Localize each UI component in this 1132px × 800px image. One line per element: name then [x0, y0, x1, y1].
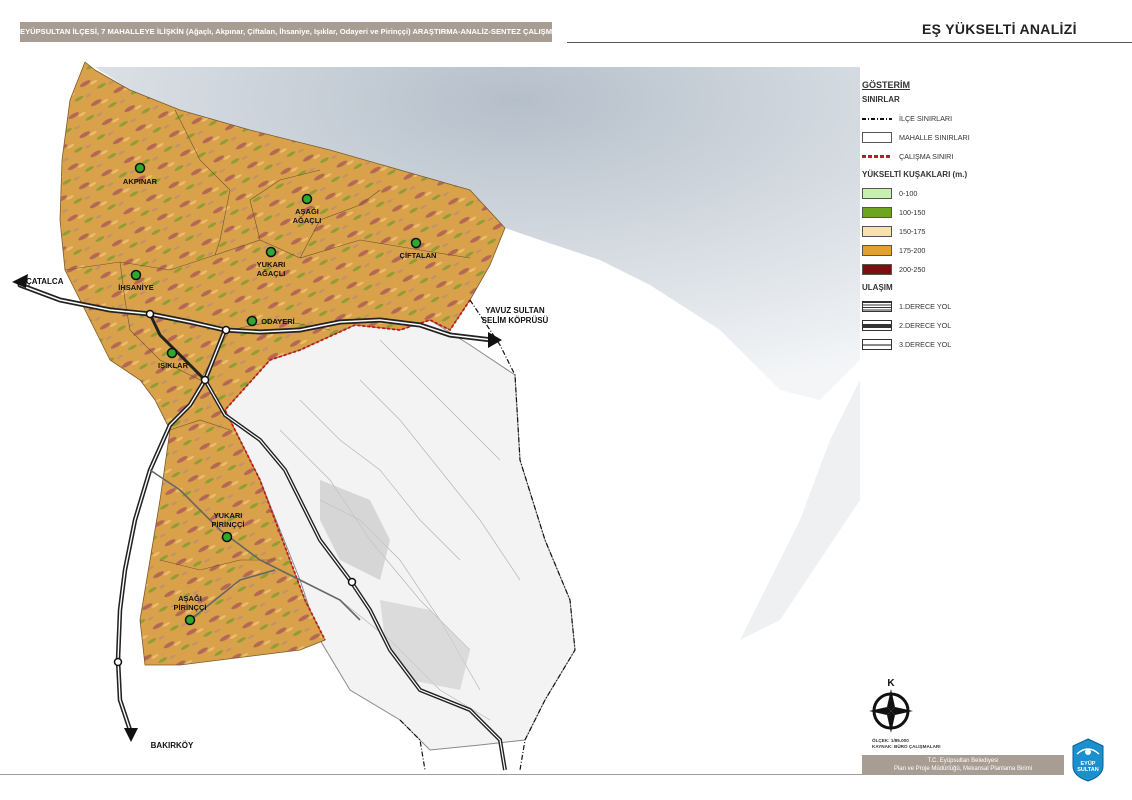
- legend-item-elevation-0: 0-100: [862, 184, 1022, 203]
- legend-item-road-3: 3.DERECE YOL: [862, 335, 1022, 354]
- label-yukari-agacli: YUKARI AĞAÇLI: [257, 260, 286, 278]
- bosphorus-shade: [740, 380, 860, 640]
- legend-elevation-heading: YÜKSELTİ KUŞAKLARI (m.): [862, 170, 968, 179]
- legend-item-elevation-1: 100-150: [862, 203, 1022, 222]
- primary-road-swatch: [862, 301, 892, 312]
- logo-text: EYÜP SULTAN: [1077, 761, 1099, 773]
- eyupsultan-logo-icon: [1072, 738, 1104, 782]
- tertiary-road-swatch: [862, 339, 892, 350]
- legend-item-road-1: 1.DERECE YOL: [862, 297, 1022, 316]
- project-title-bar: EYÜPSULTAN İLÇESİ, 7 MAHALLEYE İLİŞKİN (…: [20, 22, 552, 42]
- footer-rule: [0, 774, 862, 775]
- legend: GÖSTERİM SINIRLAR İLÇE SINIRLARI MAHALLE…: [862, 80, 1022, 354]
- footer-department: Plan ve Proje Müdürlüğü, Mekansal Planla…: [893, 766, 1033, 772]
- district-boundary-swatch: [862, 117, 892, 120]
- label-odayeri: ODAYERİ: [261, 317, 294, 326]
- legend-item-elevation-2: 150-175: [862, 222, 1022, 241]
- source-value: KAYNAK: BÜRO ÇALIŞMALARI: [872, 744, 941, 749]
- footer-bar: T.C. Eyüpsultan Belediyesi Plan ve Proje…: [862, 755, 1064, 775]
- label-akpinar: AKPINAR: [123, 177, 158, 186]
- label-yavuz-sultan-2: SELİM KÖPRÜSÜ: [482, 316, 549, 325]
- project-title: EYÜPSULTAN İLÇESİ, 7 MAHALLEYE İLİŞKİN (…: [20, 27, 552, 36]
- label-asagi-pirincci: AŞAĞI PİRİNÇÇİ: [174, 594, 207, 612]
- legend-boundaries-heading: SINIRLAR: [862, 95, 900, 104]
- legend-item-elevation-3: 175-200: [862, 241, 1022, 260]
- legend-item-elevation-4: 200-250: [862, 260, 1022, 279]
- title-rule: [567, 42, 1132, 43]
- scale-info: ÖLÇEK: 1/85.000 KAYNAK: BÜRO ÇALIŞMALARI: [872, 738, 940, 750]
- bakirkoy-arrow-icon: [124, 728, 138, 742]
- legend-item-neighbourhood-boundary: MAHALLE SINIRLARI: [862, 128, 1022, 147]
- legend-item-road-2: 2.DERECE YOL: [862, 316, 1022, 335]
- north-label: K: [887, 678, 895, 689]
- elevation-swatch: [862, 226, 892, 237]
- legend-item-work-boundary: ÇALIŞMA SINIRI: [862, 147, 1022, 166]
- elevation-swatch: [862, 207, 892, 218]
- label-asagi-agacli: AŞAĞI AĞAÇLI: [293, 207, 322, 225]
- label-catalca: ÇATALCA: [26, 277, 64, 286]
- neighbourhood-boundary-swatch: [862, 132, 892, 143]
- north-arrow-icon: K: [869, 678, 913, 733]
- elevation-map: AKPINAR AŞAĞI AĞAÇLI YUKARI AĞAÇLI ÇİFTALA…: [12, 61, 860, 771]
- elevation-swatch: [862, 245, 892, 256]
- label-yukari-pirincci: YUKARI PİRİNÇÇİ: [212, 511, 245, 529]
- label-yavuz-sultan-1: YAVUZ SULTAN: [485, 306, 544, 315]
- map-title: EŞ YÜKSELTİ ANALİZİ: [922, 21, 1077, 37]
- work-boundary-swatch: [862, 155, 892, 158]
- label-ciftalan: ÇİFTALAN: [400, 251, 437, 260]
- legend-item-district-boundary: İLÇE SINIRLARI: [862, 109, 1022, 128]
- label-bakirkoy: BAKIRKÖY: [151, 741, 194, 750]
- label-ihsaniye: İHSANİYE: [118, 283, 153, 292]
- elevation-swatch: [862, 264, 892, 275]
- label-isiklar: IŞIKLAR: [158, 361, 189, 370]
- legend-transport-heading: ULAŞIM: [862, 283, 893, 292]
- legend-title: GÖSTERİM: [862, 80, 911, 90]
- elevation-swatch: [862, 188, 892, 199]
- footer-institution: T.C. Eyüpsultan Belediyesi: [927, 758, 999, 764]
- secondary-road-swatch: [862, 320, 892, 331]
